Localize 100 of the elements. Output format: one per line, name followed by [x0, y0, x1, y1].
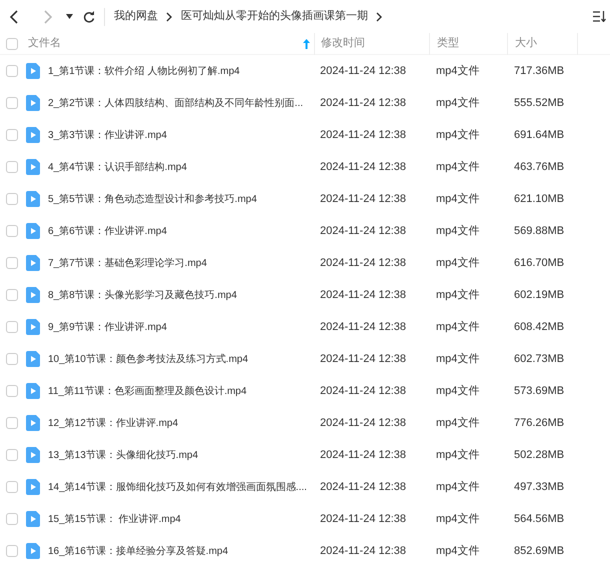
video-file-icon [26, 255, 40, 271]
row-checkbox[interactable] [6, 193, 18, 205]
file-name[interactable]: 10_第10节课：颜色参考技法及练习方式.mp4 [48, 352, 248, 366]
modified-time: 2024-11-24 12:38 [320, 352, 406, 365]
file-type: mp4文件 [436, 192, 480, 205]
back-icon[interactable] [9, 10, 19, 24]
video-file-icon [26, 159, 40, 175]
video-file-icon [26, 351, 40, 367]
row-checkbox[interactable] [6, 417, 18, 429]
sort-ascending-icon[interactable] [303, 38, 310, 48]
row-checkbox[interactable] [6, 545, 18, 557]
file-name[interactable]: 13_第13节课：头像细化技巧.mp4 [48, 448, 198, 462]
row-checkbox[interactable] [6, 513, 18, 525]
file-name[interactable]: 14_第14节课：服饰细化技巧及如何有效增强画面氛围感.... [48, 480, 307, 494]
forward-icon[interactable] [43, 10, 53, 24]
file-name[interactable]: 5_第5节课：角色动态造型设计和参考技巧.mp4 [48, 192, 257, 206]
row-checkbox[interactable] [6, 289, 18, 301]
file-size: 608.42MB [514, 320, 564, 333]
chevron-icon [376, 12, 383, 22]
file-name[interactable]: 1_第1节课：软件介绍 人物比例初了解.mp4 [48, 64, 240, 78]
modified-time: 2024-11-24 12:38 [320, 512, 406, 525]
modified-time: 2024-11-24 12:38 [320, 224, 406, 237]
video-file-icon [26, 223, 40, 239]
modified-time: 2024-11-24 12:38 [320, 96, 406, 109]
modified-time: 2024-11-24 12:38 [320, 288, 406, 301]
file-name[interactable]: 9_第9节课：作业讲评.mp4 [48, 320, 167, 334]
select-all-checkbox[interactable] [6, 38, 18, 50]
file-type: mp4文件 [436, 64, 480, 77]
file-size: 555.52MB [514, 96, 564, 109]
file-type: mp4文件 [436, 160, 480, 173]
file-name[interactable]: 8_第8节课：头像光影学习及藏色技巧.mp4 [48, 288, 237, 302]
video-file-icon [26, 447, 40, 463]
file-type: mp4文件 [436, 512, 480, 525]
modified-time: 2024-11-24 12:38 [320, 448, 406, 461]
file-size: 602.19MB [514, 288, 564, 301]
file-name[interactable]: 6_第6节课：作业讲评.mp4 [48, 224, 167, 238]
file-size: 602.73MB [514, 352, 564, 365]
file-type: mp4文件 [436, 128, 480, 141]
file-type: mp4文件 [436, 288, 480, 301]
dropdown-icon[interactable] [66, 14, 72, 19]
file-type: mp4文件 [436, 480, 480, 493]
breadcrumb-link[interactable]: 我的网盘 [114, 8, 158, 25]
file-type: mp4文件 [436, 448, 480, 461]
breadcrumb-link[interactable]: 医可灿灿从零开始的头像插画课第一期 [181, 8, 368, 25]
row-checkbox[interactable] [6, 481, 18, 493]
file-type: mp4文件 [436, 224, 480, 237]
file-name[interactable]: 3_第3节课：作业讲评.mp4 [48, 128, 167, 142]
video-file-icon [26, 63, 40, 79]
file-size: 621.10MB [514, 192, 564, 205]
video-file-icon [26, 191, 40, 207]
video-file-icon [26, 95, 40, 111]
file-name[interactable]: 16_第16节课：接单经验分享及答疑.mp4 [48, 544, 228, 558]
column-header[interactable]: 大小 [515, 35, 537, 52]
row-checkbox[interactable] [6, 161, 18, 173]
file-type: mp4文件 [436, 352, 480, 365]
file-name[interactable]: 12_第12节课：作业讲评.mp4 [48, 416, 178, 430]
row-checkbox[interactable] [6, 225, 18, 237]
video-file-icon [26, 319, 40, 335]
row-checkbox[interactable] [6, 353, 18, 365]
video-file-icon [26, 383, 40, 399]
file-name[interactable]: 15_第15节课： 作业讲评.mp4 [48, 512, 181, 526]
video-file-icon [26, 511, 40, 527]
modified-time: 2024-11-24 12:38 [320, 192, 406, 205]
modified-time: 2024-11-24 12:38 [320, 256, 406, 269]
file-type: mp4文件 [436, 416, 480, 429]
row-checkbox[interactable] [6, 449, 18, 461]
file-size: 852.69MB [514, 544, 564, 557]
column-header[interactable]: 类型 [437, 35, 459, 52]
file-type: mp4文件 [436, 544, 480, 557]
video-file-icon [26, 287, 40, 303]
modified-time: 2024-11-24 12:38 [320, 384, 406, 397]
row-checkbox[interactable] [6, 257, 18, 269]
file-size: 776.26MB [514, 416, 564, 429]
modified-time: 2024-11-24 12:38 [320, 64, 406, 77]
modified-time: 2024-11-24 12:38 [320, 416, 406, 429]
row-checkbox[interactable] [6, 321, 18, 333]
file-name[interactable]: 11_第11节课：色彩画面整理及颜色设计.mp4 [48, 384, 247, 398]
file-size: 573.69MB [514, 384, 564, 397]
file-name[interactable]: 4_第4节课：认识手部结构.mp4 [48, 160, 187, 174]
modified-time: 2024-11-24 12:38 [320, 544, 406, 557]
modified-time: 2024-11-24 12:38 [320, 160, 406, 173]
modified-time: 2024-11-24 12:38 [320, 128, 406, 141]
video-file-icon [26, 415, 40, 431]
file-size: 717.36MB [514, 64, 564, 77]
refresh-icon[interactable] [83, 10, 95, 22]
file-size: 616.70MB [514, 256, 564, 269]
file-size: 497.33MB [514, 480, 564, 493]
file-size: 502.28MB [514, 448, 564, 461]
file-name[interactable]: 2_第2节课：人体四肢结构、面部结构及不同年龄性别面... [48, 96, 304, 110]
row-checkbox[interactable] [6, 385, 18, 397]
file-size: 463.76MB [514, 160, 564, 173]
row-checkbox[interactable] [6, 97, 18, 109]
row-checkbox[interactable] [6, 65, 18, 77]
modified-time: 2024-11-24 12:38 [320, 320, 406, 333]
file-size: 569.88MB [514, 224, 564, 237]
row-checkbox[interactable] [6, 129, 18, 141]
file-name[interactable]: 7_第7节课：基础色彩理论学习.mp4 [48, 256, 207, 270]
column-header[interactable]: 修改时间 [321, 35, 365, 52]
column-header[interactable]: 文件名 [28, 35, 61, 52]
sort-menu-icon[interactable] [592, 10, 606, 24]
